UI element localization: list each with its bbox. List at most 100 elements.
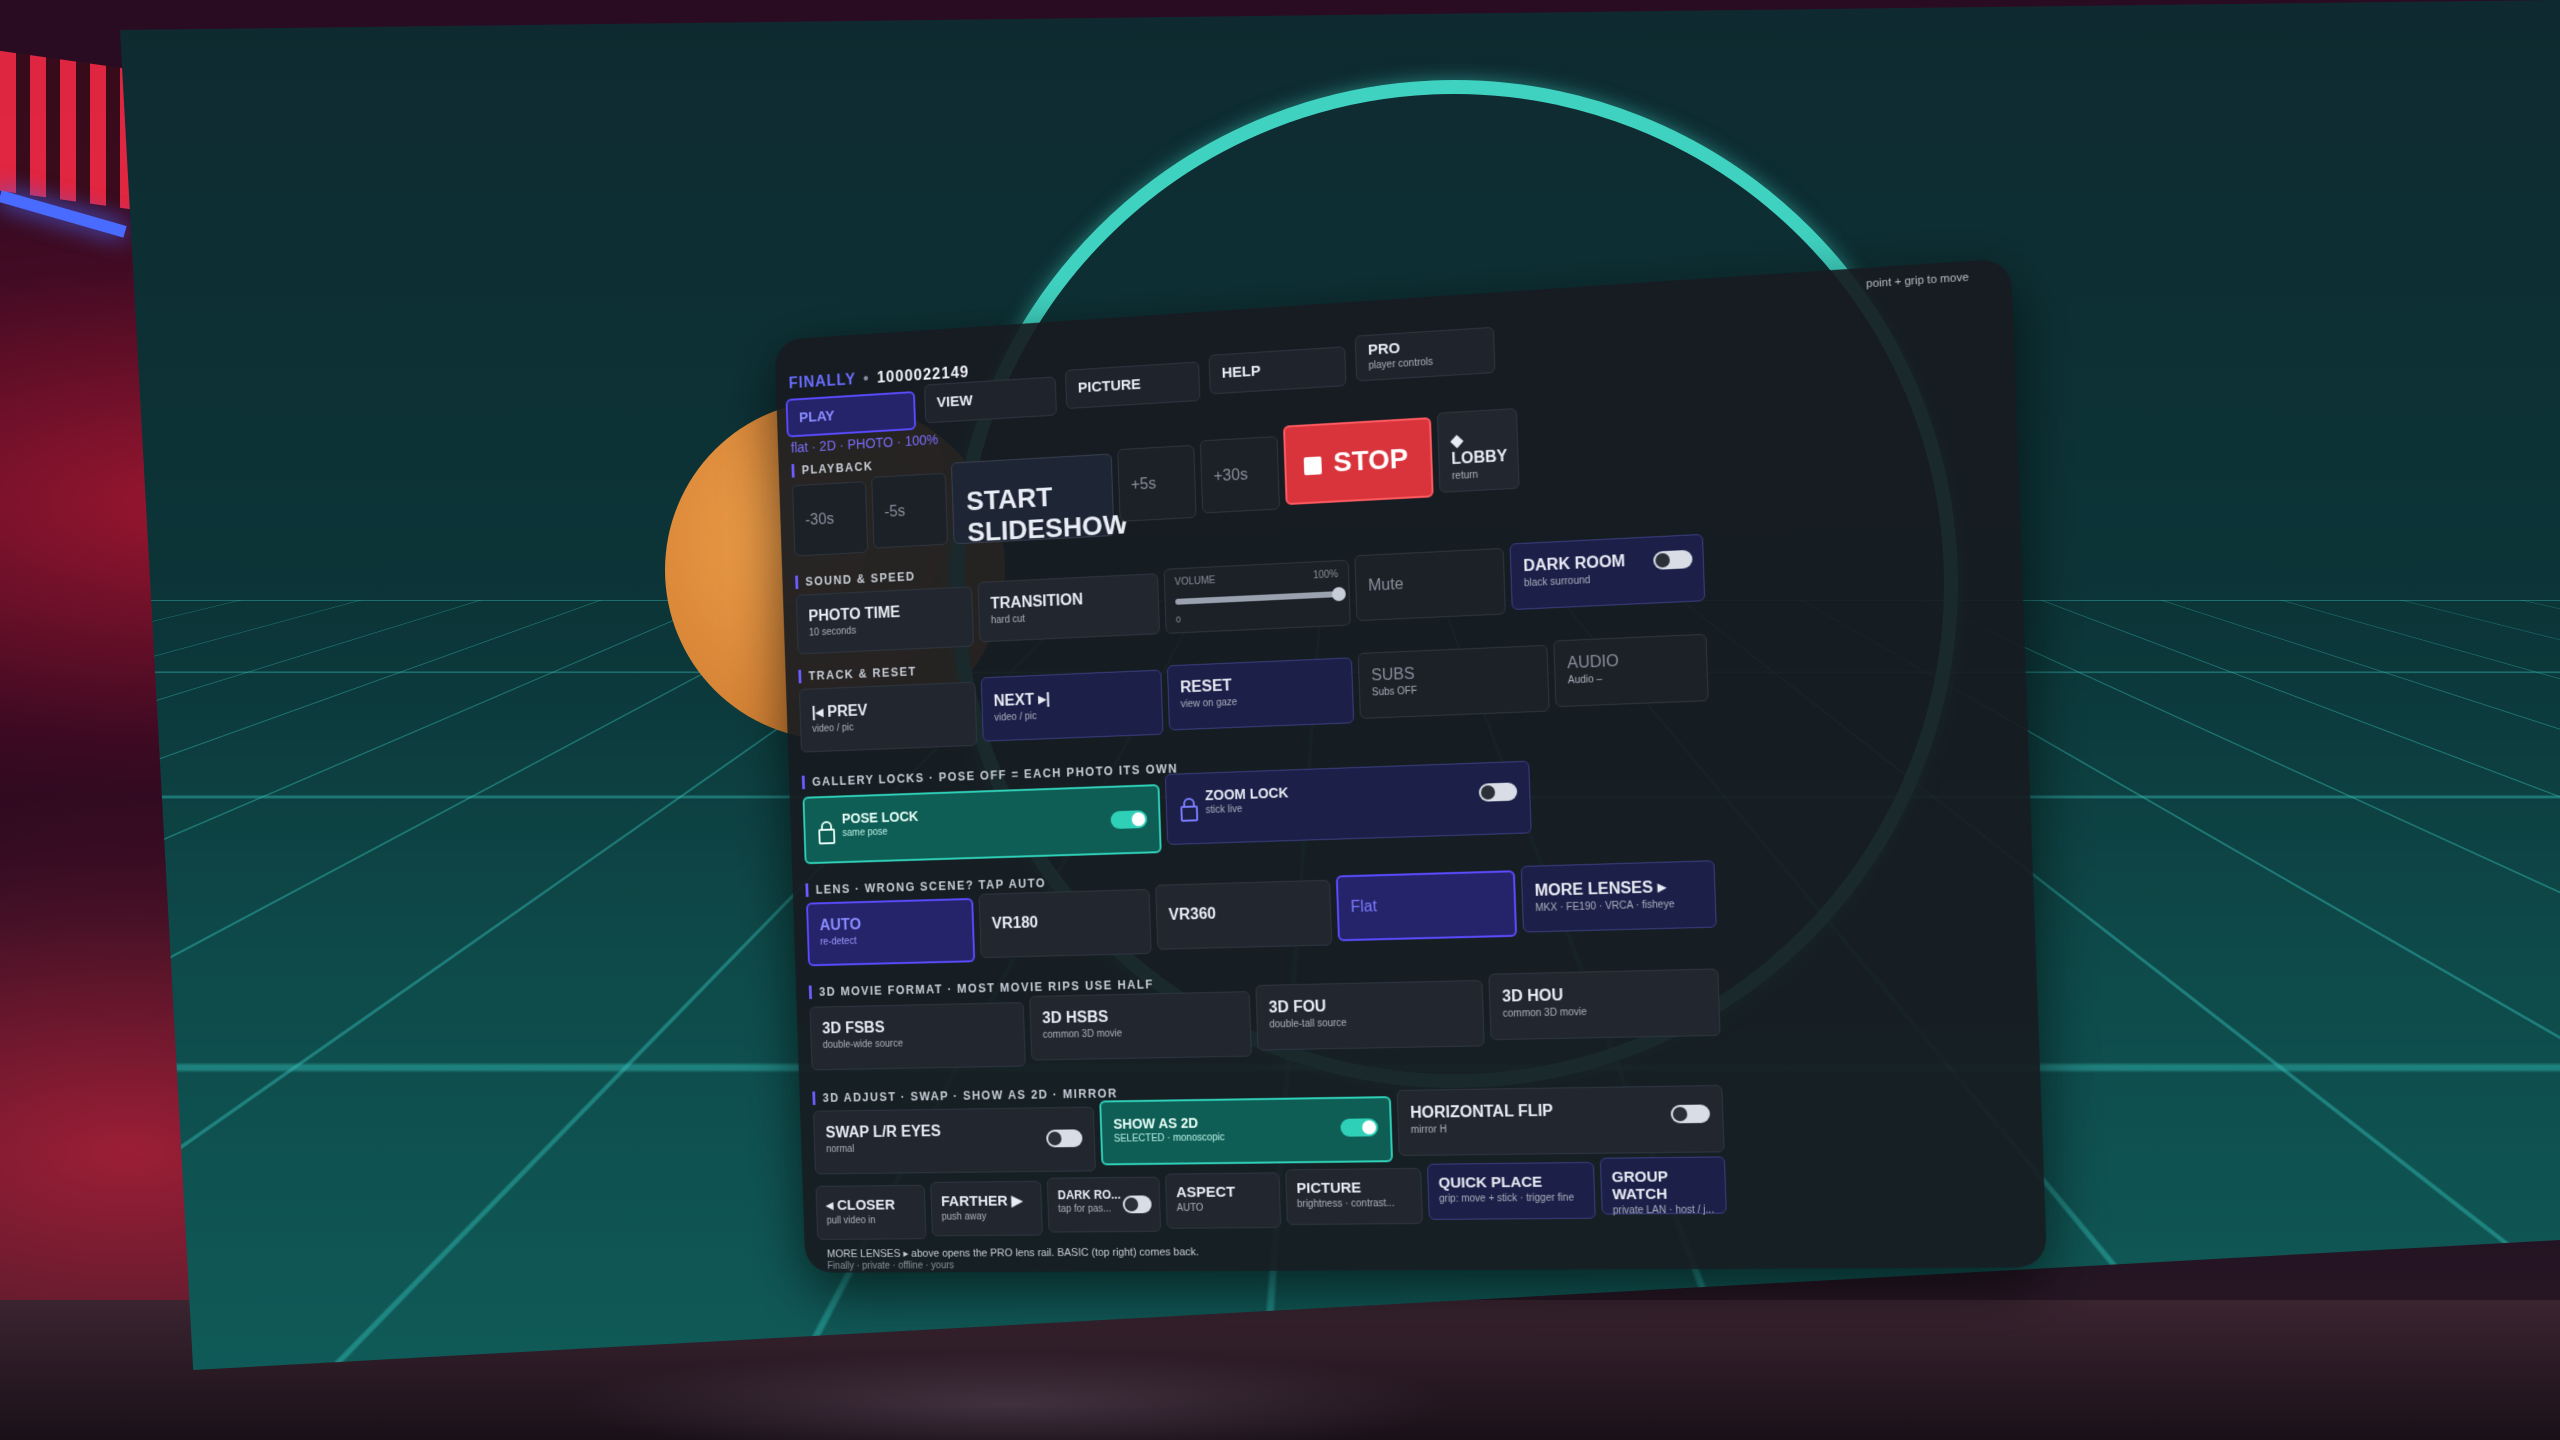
volume-knob[interactable] — [1332, 587, 1346, 602]
header-separator: • — [863, 371, 870, 388]
horizontal-flip-row[interactable]: HORIZONTAL FLIP mirror H — [1397, 1085, 1725, 1156]
quick-place-button[interactable]: QUICK PLACE grip: move + stick · trigger… — [1427, 1162, 1596, 1220]
swap-eyes-toggle[interactable] — [1046, 1129, 1083, 1147]
lens-auto-sub: re-detect — [820, 933, 961, 947]
dark-room-compact-button[interactable]: DARK RO... tap for pas... — [1047, 1177, 1161, 1233]
show-as-2d-toggle[interactable] — [1340, 1118, 1378, 1136]
audio-sub: Audio – — [1568, 670, 1695, 686]
dark-room-toggle[interactable] — [1653, 550, 1693, 570]
volume-value: 100% — [1313, 569, 1338, 581]
movie-format-title: 3D MOVIE FORMAT — [819, 982, 943, 998]
mute-button[interactable]: Mute — [1354, 548, 1506, 621]
volume-track[interactable] — [1175, 591, 1339, 605]
app-name: FINALLY — [788, 372, 856, 393]
dark-room-compact-label: DARK RO... — [1057, 1188, 1120, 1202]
quick-place-sub: grip: move + stick · trigger fine — [1439, 1192, 1584, 1204]
horizontal-flip-toggle[interactable] — [1671, 1104, 1711, 1123]
lens-vr360-button[interactable]: VR360 — [1155, 880, 1332, 950]
reset-button[interactable]: RESET view on gaze — [1167, 657, 1354, 730]
next-label: NEXT — [993, 692, 1034, 710]
room-rug — [560, 1350, 1460, 1440]
farther-sub: push away — [941, 1211, 1032, 1222]
format-3d-hou-button[interactable]: 3D HOU common 3D movie — [1488, 968, 1720, 1040]
show-as-2d-sub: SELECTED · monoscopic — [1114, 1130, 1379, 1144]
tab-pro[interactable]: PRO player controls — [1355, 327, 1496, 382]
zoom-lock-toggle-row[interactable]: ZOOM LOCK stick live — [1165, 761, 1532, 845]
hou-label: 3D HOU — [1502, 987, 1564, 1005]
adjust-note: SWAP · SHOW AS 2D · MIRROR — [910, 1087, 1118, 1104]
dark-room-button[interactable]: DARK ROOM black surround — [1509, 534, 1705, 610]
transition-label: TRANSITION — [990, 592, 1083, 613]
show-as-2d-row[interactable]: SHOW AS 2D SELECTED · monoscopic — [1099, 1096, 1393, 1165]
skip-back-30s-button[interactable]: -30s — [792, 481, 868, 556]
zoom-lock-toggle[interactable] — [1479, 782, 1518, 801]
footer-tagline: Finally · private · offline · yours — [827, 1260, 954, 1271]
lens-auto-label: AUTO — [819, 917, 861, 935]
volume-min: 0 — [1176, 614, 1181, 624]
stop-icon — [1304, 456, 1322, 475]
lens-title: LENS — [816, 882, 851, 897]
closer-sub: pull video in — [827, 1215, 916, 1226]
tab-help[interactable]: HELP — [1208, 346, 1346, 394]
lens-vr180-button[interactable]: VR180 — [979, 889, 1152, 958]
reset-label: RESET — [1180, 677, 1232, 696]
skip-forward-5s-button[interactable]: +5s — [1117, 445, 1196, 522]
group-watch-button[interactable]: GROUP WATCH private LAN · host / j... — [1600, 1156, 1727, 1214]
picture-button[interactable]: PICTURE brightness · contrast... — [1285, 1168, 1423, 1225]
section-track-reset: TRACK & RESET — [798, 665, 917, 684]
diamond-icon: ◆ — [1450, 432, 1463, 450]
lobby-sub: return — [1452, 468, 1506, 482]
lock-icon — [818, 829, 835, 845]
grip-hint: point + grip to move — [1866, 271, 1969, 290]
stop-label: STOP — [1333, 443, 1409, 478]
aspect-label: ASPECT — [1176, 1184, 1235, 1201]
fsbs-sub: double-wide source — [823, 1036, 1013, 1050]
audio-button[interactable]: AUDIO Audio – — [1553, 634, 1709, 707]
lobby-button[interactable]: ◆ LOBBY return — [1437, 408, 1520, 493]
subs-label: SUBS — [1371, 666, 1415, 685]
format-3d-fsbs-button[interactable]: 3D FSBS double-wide source — [810, 1002, 1026, 1070]
swap-eyes-row[interactable]: SWAP L/R EYES normal — [813, 1107, 1096, 1175]
horizontal-flip-sub: mirror H — [1411, 1121, 1711, 1136]
hsbs-label: 3D HSBS — [1042, 1009, 1109, 1027]
more-lenses-button[interactable]: MORE LENSES ▸ MKX · FE190 · VRCA · fishe… — [1521, 860, 1717, 932]
lens-flat-button[interactable]: Flat — [1336, 870, 1517, 941]
prev-button[interactable]: |◂ PREV video / pic — [799, 682, 977, 753]
volume-slider-panel[interactable]: VOLUME 100% 0 — [1164, 560, 1351, 634]
lens-auto-button[interactable]: AUTO re-detect — [806, 898, 975, 966]
pose-lock-toggle-row[interactable]: POSE LOCK same pose — [803, 784, 1162, 864]
picture-label: PICTURE — [1296, 1179, 1361, 1197]
photo-time-label: PHOTO TIME — [808, 604, 900, 625]
zoom-lock-label: ZOOM LOCK — [1205, 784, 1289, 803]
skip-back-5s-button[interactable]: -5s — [871, 473, 948, 549]
closer-button[interactable]: ◂ CLOSER pull video in — [815, 1185, 926, 1240]
aspect-sub: AUTO — [1177, 1202, 1270, 1214]
format-3d-fou-button[interactable]: 3D FOU double-tall source — [1255, 980, 1484, 1051]
picture-sub: brightness · contrast... — [1297, 1198, 1412, 1210]
hou-sub: common 3D movie — [1503, 1004, 1707, 1019]
start-slideshow-button[interactable]: START SLIDESHOW — [951, 453, 1115, 544]
next-sub: video / pic — [994, 707, 1150, 724]
stop-button[interactable]: STOP — [1283, 417, 1434, 505]
audio-label: AUDIO — [1567, 653, 1619, 672]
lobby-label: LOBBY — [1451, 448, 1508, 468]
tab-picture[interactable]: PICTURE — [1065, 361, 1200, 409]
farther-button[interactable]: FARTHER ▶ push away — [930, 1181, 1043, 1237]
dark-room-compact-toggle[interactable] — [1123, 1195, 1152, 1213]
hsbs-sub: common 3D movie — [1043, 1026, 1239, 1041]
gallery-locks-title: GALLERY LOCKS — [812, 771, 925, 789]
skip-forward-30s-button[interactable]: +30s — [1200, 436, 1280, 514]
photo-time-button[interactable]: PHOTO TIME 10 seconds — [796, 586, 974, 654]
format-3d-hsbs-button[interactable]: 3D HSBS common 3D movie — [1029, 991, 1252, 1060]
next-button[interactable]: NEXT ▸| video / pic — [981, 670, 1164, 742]
tab-play[interactable]: PLAY — [786, 391, 917, 437]
transition-button[interactable]: TRANSITION hard cut — [977, 573, 1160, 642]
subs-button[interactable]: SUBS Subs OFF — [1358, 645, 1550, 719]
adjust-title: 3D ADJUST — [822, 1090, 896, 1105]
tab-view[interactable]: VIEW — [924, 376, 1057, 423]
footer-hint: MORE LENSES ▸ above opens the PRO lens r… — [827, 1245, 1199, 1260]
fou-label: 3D FOU — [1269, 998, 1327, 1016]
aspect-button[interactable]: ASPECT AUTO — [1165, 1172, 1281, 1228]
pose-lock-toggle[interactable] — [1110, 810, 1147, 829]
group-watch-label: GROUP WATCH — [1611, 1168, 1668, 1203]
